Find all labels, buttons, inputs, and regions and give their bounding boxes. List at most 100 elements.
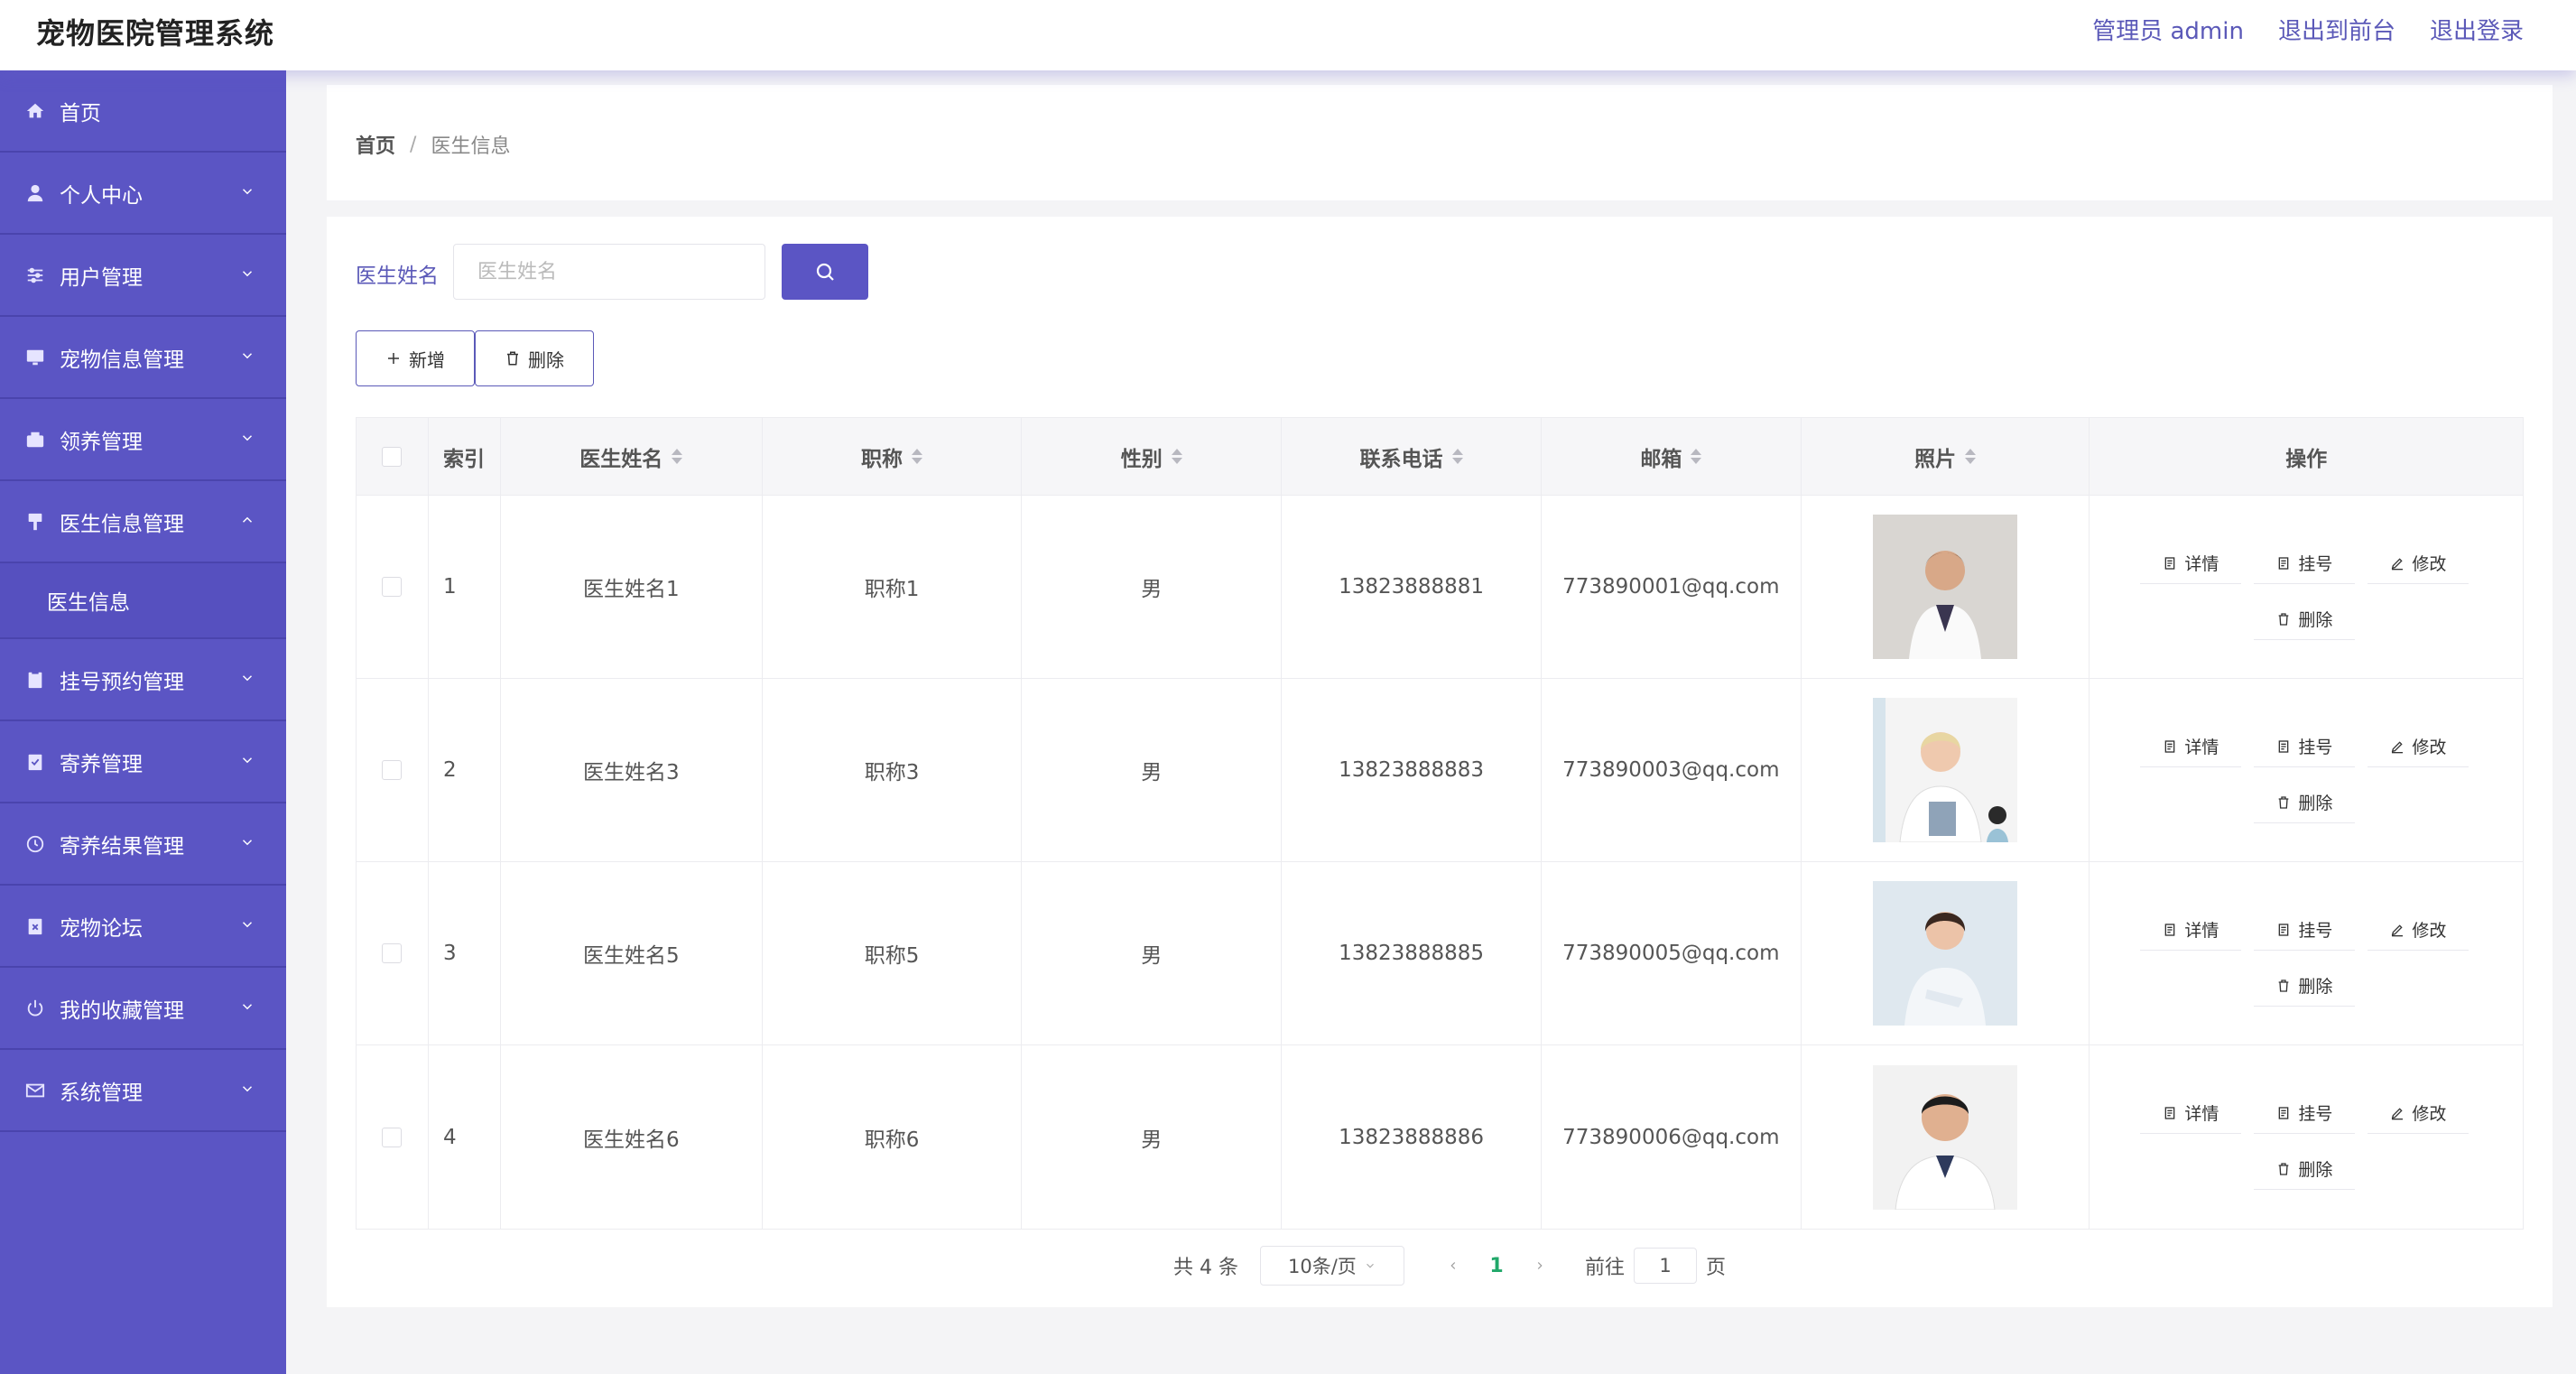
sidebar-item-user-management[interactable]: 用户管理	[0, 235, 286, 317]
detail-button[interactable]: 详情	[2140, 909, 2242, 951]
register-button[interactable]: 挂号	[2254, 543, 2356, 584]
doctor-photo	[1873, 698, 2018, 842]
chevron-down-icon	[242, 1004, 253, 1010]
breadcrumb-home[interactable]: 首页	[356, 130, 395, 159]
header-phone[interactable]: 联系电话	[1282, 418, 1542, 495]
search-button[interactable]	[782, 244, 868, 300]
detail-button[interactable]: 详情	[2140, 1092, 2242, 1134]
sidebar-item-personal-center[interactable]: 个人中心	[0, 153, 286, 235]
goto-suffix: 页	[1706, 1257, 1727, 1279]
row-checkbox[interactable]	[382, 943, 403, 963]
sort-icon	[912, 449, 923, 464]
header-email[interactable]: 邮箱	[1542, 418, 1802, 495]
goto-page-input[interactable]	[1634, 1248, 1697, 1284]
goto-prefix: 前往	[1584, 1257, 1625, 1279]
cell-index: 1	[429, 496, 501, 678]
sidebar-item-label: 个人中心	[60, 183, 143, 208]
chevron-down-icon	[242, 1086, 253, 1092]
header-gender[interactable]: 性别	[1022, 418, 1283, 495]
delete-button[interactable]: 删除	[2254, 599, 2356, 640]
chevron-down-icon	[242, 353, 253, 359]
sidebar-item-pet-info[interactable]: 宠物信息管理	[0, 317, 286, 399]
page-number[interactable]: 1	[1478, 1255, 1515, 1277]
user-icon	[25, 183, 45, 203]
sidebar-item-registration[interactable]: 挂号预约管理	[0, 639, 286, 721]
chevron-down-icon	[242, 675, 253, 682]
camera-icon	[25, 430, 45, 450]
admin-link[interactable]: 管理员 admin	[2092, 13, 2244, 46]
logout-link[interactable]: 退出登录	[2430, 13, 2524, 46]
sidebar-item-pet-forum[interactable]: 宠物论坛	[0, 886, 286, 968]
sort-icon	[1691, 449, 1702, 464]
sort-icon	[1171, 449, 1182, 464]
prev-page-button[interactable]	[1437, 1259, 1469, 1272]
add-button[interactable]: 新增	[356, 330, 475, 386]
sidebar-item-label: 寄养结果管理	[60, 834, 184, 859]
delete-button[interactable]: 删除	[2254, 1148, 2356, 1190]
chevron-down-icon	[242, 189, 253, 195]
document-icon	[2165, 556, 2175, 570]
header-doctor-name[interactable]: 医生姓名	[501, 418, 763, 495]
trash-icon	[2279, 795, 2289, 809]
mail-icon	[25, 1081, 45, 1100]
cell-index: 3	[429, 862, 501, 1044]
page-size-select[interactable]: 10条/页	[1259, 1246, 1404, 1286]
edit-button[interactable]: 修改	[2368, 543, 2469, 584]
row-checkbox[interactable]	[382, 577, 403, 597]
trash-icon	[507, 351, 518, 366]
chevron-down-icon	[242, 271, 253, 277]
delete-button[interactable]: 删除	[2254, 965, 2356, 1007]
select-all-checkbox[interactable]	[382, 446, 403, 467]
doctor-photo	[1873, 515, 2018, 659]
chevron-down-icon	[242, 757, 253, 764]
table-row: 3 医生姓名5 职称5 男 13823888885 773890005@qq.c…	[357, 862, 2523, 1045]
cell-email: 773890003@qq.com	[1542, 679, 1802, 861]
bulk-delete-button[interactable]: 删除	[475, 330, 594, 386]
document-icon	[2165, 923, 2175, 936]
register-button[interactable]: 挂号	[2254, 1092, 2356, 1134]
cell-title: 职称1	[763, 496, 1023, 678]
cell-doctor-name: 医生姓名6	[501, 1045, 763, 1229]
detail-button[interactable]: 详情	[2140, 726, 2242, 767]
search-icon	[816, 263, 834, 281]
header-photo[interactable]: 照片	[1802, 418, 2090, 495]
cell-gender: 男	[1022, 862, 1283, 1044]
cell-phone: 13823888883	[1282, 679, 1542, 861]
pencil-icon	[2392, 924, 2404, 936]
sidebar-subitem-doctor-info[interactable]: 医生信息	[0, 563, 286, 639]
register-button[interactable]: 挂号	[2254, 909, 2356, 951]
row-checkbox[interactable]	[382, 1127, 403, 1147]
register-button[interactable]: 挂号	[2254, 726, 2356, 767]
sidebar: 首页 个人中心 用户管理 宠物信息管理 领养管理 医生信息管理 医生信息 挂号预…	[0, 70, 286, 1374]
chevron-down-icon	[242, 435, 253, 441]
row-checkbox[interactable]	[382, 760, 403, 780]
doctor-name-search-input[interactable]	[453, 244, 765, 300]
sidebar-item-my-favorites[interactable]: 我的收藏管理	[0, 968, 286, 1050]
sidebar-item-boarding-results[interactable]: 寄养结果管理	[0, 803, 286, 886]
delete-button[interactable]: 删除	[2254, 782, 2356, 823]
breadcrumb-card: 首页 / 医生信息	[327, 85, 2553, 200]
sidebar-item-home[interactable]: 首页	[0, 70, 286, 153]
cell-gender: 男	[1022, 496, 1283, 678]
sidebar-item-boarding[interactable]: 寄养管理	[0, 721, 286, 803]
sidebar-item-doctor-info-management[interactable]: 医生信息管理	[0, 481, 286, 563]
edit-button[interactable]: 修改	[2368, 726, 2469, 767]
sidebar-item-adoption[interactable]: 领养管理	[0, 399, 286, 481]
checklist-icon	[25, 752, 45, 772]
edit-button[interactable]: 修改	[2368, 909, 2469, 951]
sidebar-item-label: 首页	[60, 101, 101, 125]
cell-phone: 13823888881	[1282, 496, 1542, 678]
clipboard-x-icon	[25, 916, 45, 936]
next-page-button[interactable]	[1524, 1259, 1556, 1272]
pagination: 共 4 条 10条/页 1 前往 页	[1173, 1246, 1726, 1286]
exit-to-frontend-link[interactable]: 退出到前台	[2278, 13, 2395, 46]
edit-button[interactable]: 修改	[2368, 1092, 2469, 1134]
header-title[interactable]: 职称	[763, 418, 1023, 495]
sort-icon	[672, 449, 683, 464]
doctor-table: 索引 医生姓名 职称 性别 联系电话 邮箱 照片 操作 1 医生姓名1 职称1 …	[356, 417, 2524, 1230]
detail-button[interactable]: 详情	[2140, 543, 2242, 584]
cell-doctor-name: 医生姓名1	[501, 496, 763, 678]
sidebar-item-system-management[interactable]: 系统管理	[0, 1050, 286, 1132]
sidebar-item-label: 用户管理	[60, 265, 143, 290]
cell-gender: 男	[1022, 679, 1283, 861]
